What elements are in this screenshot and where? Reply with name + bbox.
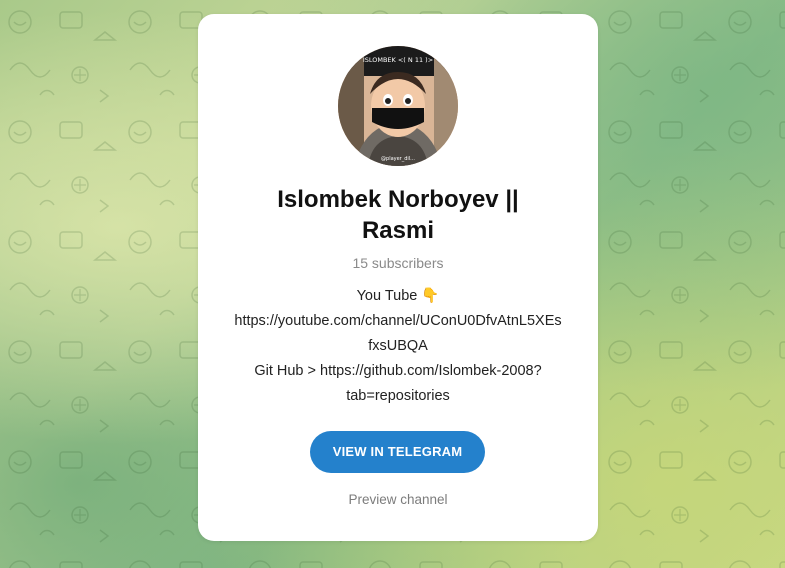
preview-channel-link[interactable]: Preview channel bbox=[198, 492, 598, 507]
avatar-caption: ISLOMBEK <( N 11 )> bbox=[363, 56, 433, 64]
channel-avatar: ISLOMBEK <( N 11 )> @player_dil... bbox=[338, 46, 458, 166]
subscriber-count: 15 subscribers bbox=[352, 255, 444, 271]
description-github-link[interactable]: Git Hub > https://github.com/Islombek-20… bbox=[210, 359, 586, 384]
channel-description: You Tube 👇 https://youtube.com/channel/U… bbox=[210, 284, 586, 409]
view-in-telegram-button[interactable]: VIEW IN TELEGRAM bbox=[310, 431, 485, 473]
description-github-link-cont[interactable]: tab=repositories bbox=[210, 384, 586, 409]
description-line-1: You Tube 👇 bbox=[356, 288, 440, 304]
channel-card: ISLOMBEK <( N 11 )> @player_dil... Islom… bbox=[198, 14, 598, 541]
description-youtube-link[interactable]: https://youtube.com/channel/UConU0DfvAtn… bbox=[210, 309, 586, 334]
avatar-watermark: @player_dil... bbox=[381, 156, 415, 162]
description-youtube-link-cont[interactable]: fxsUBQA bbox=[210, 334, 586, 359]
channel-title: Islombek Norboyev || Rasmi bbox=[277, 186, 519, 244]
